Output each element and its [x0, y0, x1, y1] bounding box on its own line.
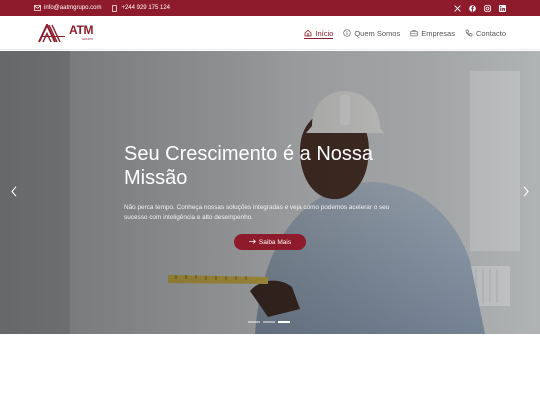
nav-label: Quem Somos — [354, 28, 401, 38]
briefcase-icon — [410, 29, 418, 37]
chevron-left-icon — [11, 184, 17, 202]
phone-link[interactable]: +244 929 175 124 — [111, 4, 171, 12]
nav-item-inicio[interactable]: Início — [304, 16, 333, 50]
instagram-icon[interactable] — [484, 4, 491, 12]
email-link[interactable]: info@aatmgrupo.com — [34, 5, 101, 12]
info-icon — [343, 29, 351, 37]
slide-dot-3[interactable] — [278, 321, 290, 323]
slide-dot-1[interactable] — [248, 321, 260, 323]
hero-overlay — [0, 51, 540, 334]
slider-next-button[interactable] — [520, 185, 532, 201]
nav-label: Início — [315, 28, 334, 38]
site-header: ATM GRUPO Início Quem Somos Empresas Con… — [0, 16, 540, 50]
nav-label: Contacto — [475, 28, 506, 38]
nav-item-contacto[interactable]: Contacto — [465, 16, 506, 50]
social-links — [454, 0, 506, 16]
email-text: info@aatmgrupo.com — [44, 5, 102, 11]
logo-subtext: GRUPO — [82, 37, 94, 41]
phone-icon — [111, 4, 118, 12]
nav-item-empresas[interactable]: Empresas — [410, 16, 455, 50]
slider-pagination — [248, 321, 290, 323]
nav-label: Empresas — [421, 28, 455, 38]
mail-icon — [34, 5, 41, 12]
arrow-right-icon — [249, 238, 256, 246]
chevron-right-icon — [523, 184, 529, 202]
saiba-mais-button[interactable]: Saiba Mais — [234, 234, 306, 250]
logo-mark — [38, 24, 65, 43]
phone-icon — [465, 29, 473, 37]
logo-text: ATM — [69, 23, 94, 37]
hero-description: Não perca tempo. Conheça nossas soluções… — [124, 204, 390, 221]
x-icon[interactable] — [454, 4, 461, 12]
slide-dot-2[interactable] — [263, 321, 275, 323]
facebook-icon[interactable] — [469, 4, 476, 12]
home-icon — [304, 29, 312, 37]
top-bar: info@aatmgrupo.com +244 929 175 124 — [0, 0, 540, 16]
button-label: Saiba Mais — [258, 238, 292, 246]
phone-text: +244 929 175 124 — [121, 5, 171, 11]
hero-title: Seu Crescimento é a Nossa Missão — [124, 143, 374, 189]
contact-info: info@aatmgrupo.com +244 929 175 124 — [34, 0, 170, 16]
slider-prev-button[interactable] — [8, 185, 20, 201]
nav-item-quem-somos[interactable]: Quem Somos — [343, 16, 400, 50]
hero-slider: Seu Crescimento é a Nossa Missão Não per… — [0, 51, 540, 334]
main-nav: Início Quem Somos Empresas Contacto — [304, 16, 506, 50]
linkedin-icon[interactable] — [499, 4, 506, 12]
company-logo[interactable]: ATM GRUPO — [38, 23, 94, 44]
